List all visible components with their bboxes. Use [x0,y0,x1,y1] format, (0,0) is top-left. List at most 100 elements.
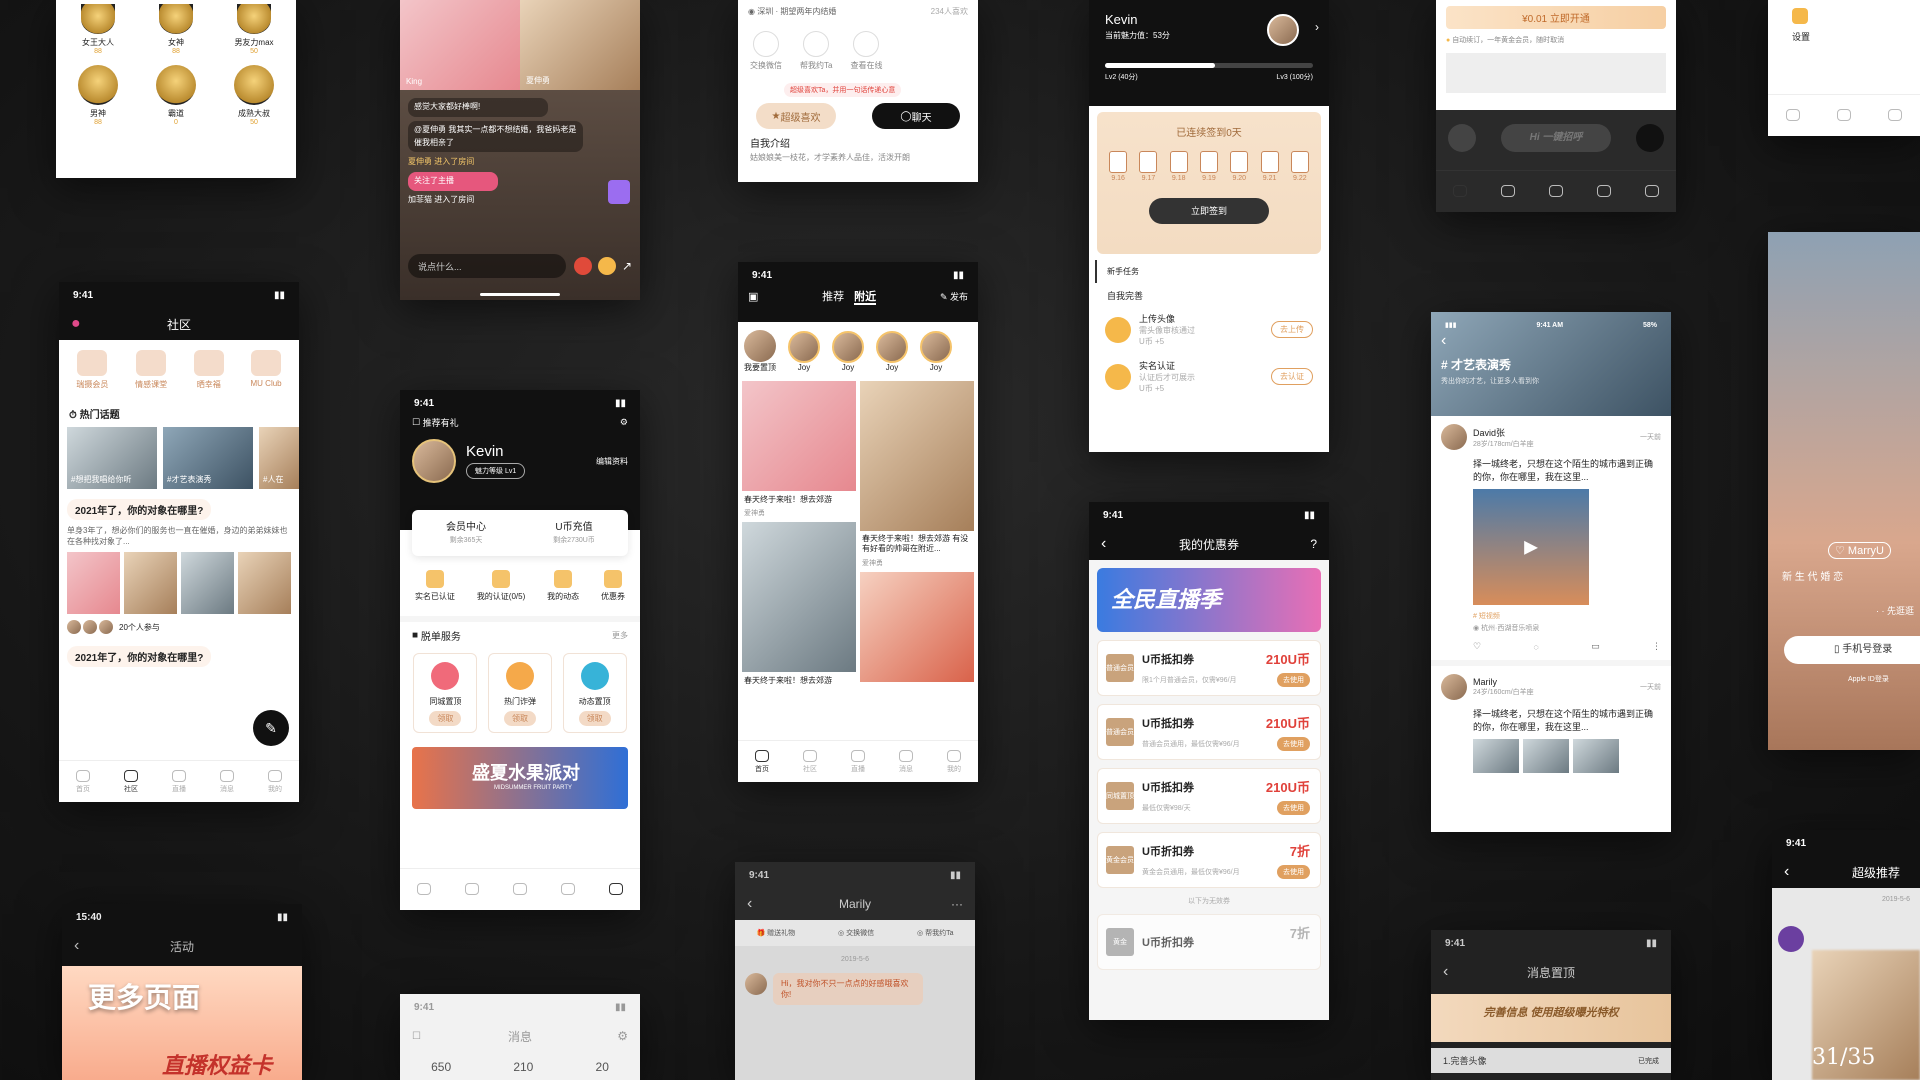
feed-image[interactable] [742,522,856,672]
chat-input[interactable]: 说点什么... [408,254,566,278]
tab-community[interactable] [1836,108,1851,123]
phone-login-button[interactable]: ▯ 手机号登录 [1784,636,1920,664]
tab-home[interactable]: 首页 [755,749,769,774]
action-online[interactable]: 查看在线 [850,31,882,71]
calendar-icon[interactable]: ▣ [748,290,758,303]
avatar[interactable] [1441,674,1467,701]
chat-bubble-icon[interactable] [1635,124,1664,152]
gift-box-icon[interactable] [608,180,630,204]
exchange-wechat-button[interactable]: ◎ 交换微信 [838,928,874,938]
story-item[interactable]: Joy [788,331,820,372]
play-icon[interactable]: ▶ [1524,537,1538,558]
post-image[interactable] [67,552,120,615]
more-icon[interactable]: ⋮ [1652,641,1661,652]
menu-my-posts[interactable]: 我的动态 [547,570,579,602]
vip-center[interactable]: 会员中心 剩余365天 [412,510,520,556]
tab-me[interactable]: 我的 [947,749,961,774]
edit-profile-link[interactable]: 编辑资料 [596,456,628,467]
tab-live[interactable] [1887,108,1902,123]
message-icon[interactable]: ▭ [1591,641,1600,652]
promo-banner[interactable]: 盛夏水果派对 MIDSUMMER FRUIT PARTY [412,747,628,809]
story-item[interactable]: Joy [832,331,864,372]
back-icon[interactable]: ‹ [1443,963,1448,981]
tab-live[interactable]: 直播 [172,769,186,794]
avatar[interactable] [1441,424,1467,450]
back-icon[interactable]: ‹ [1441,332,1446,350]
menu-coupons[interactable]: 优惠券 [601,570,625,602]
chevron-right-icon[interactable]: › [1315,20,1319,34]
story-me[interactable]: 我要置顶 [744,330,776,373]
post-image[interactable] [124,552,177,615]
gift-icon[interactable] [573,257,592,275]
topic-card[interactable]: #人在 [259,427,299,489]
promo-banner[interactable]: 全民直播季 [1097,568,1321,632]
subscribe-button[interactable]: ¥0.01 立即开通 [1446,6,1666,29]
tab-live[interactable] [513,882,527,897]
category-item[interactable]: MU Club [251,350,282,390]
tab-home[interactable] [1453,184,1467,199]
present-icon[interactable] [597,257,616,275]
settings-icon[interactable]: ⚙ [617,1029,628,1043]
verify-button[interactable]: 去认证 [1271,368,1313,385]
back-icon[interactable]: ‹ [1784,863,1789,881]
check-icon[interactable]: ● [1446,37,1450,44]
skip-link[interactable]: · · 先逛逛 [1876,604,1914,617]
tab-me[interactable] [1645,184,1659,199]
customer-service-icon[interactable]: ☐ [412,1031,421,1042]
badge-item[interactable]: 女神 88 [142,4,210,55]
category-item[interactable]: 瑞摄会员 [76,350,108,390]
coupon-card[interactable]: 同城置顶 U币抵扣券 最低仅需¥98/天 210U币 去使用 [1097,768,1321,824]
avatar[interactable] [412,439,456,483]
send-gift-button[interactable]: 🎁 赠送礼物 [756,928,795,938]
action-date-request[interactable]: 帮我约Ta [800,31,832,71]
badge-item[interactable]: 男神 88 [64,65,132,126]
post-image[interactable] [181,552,234,615]
topic-card[interactable]: #才艺表演秀 [163,427,253,489]
more-icon[interactable]: ··· [951,897,963,911]
feed-image[interactable] [742,381,856,491]
tab-community[interactable]: 社区 [803,749,817,774]
post-title[interactable]: 2021年了，你的对象在哪里? [67,499,212,520]
post-button[interactable]: ✎ 发布 [940,290,968,303]
back-icon[interactable]: ‹ [74,937,79,955]
tab-home[interactable]: 首页 [76,769,90,794]
avatar[interactable] [1267,14,1299,46]
like-icon[interactable]: ♡ [1473,641,1481,652]
video-thumbnail[interactable]: ▶ [1473,489,1589,606]
feed-image[interactable] [860,571,974,682]
story-item[interactable]: Joy [876,331,908,372]
upload-button[interactable]: 去上传 [1271,321,1313,338]
super-like-button[interactable]: ★ 超级喜欢 [756,103,836,129]
badge-item[interactable]: 霸道 0 [142,65,210,126]
tab-live[interactable]: 直播 [851,749,865,774]
tab-live[interactable] [1549,184,1563,199]
badge-item[interactable]: 女王大人 88 [64,4,132,55]
tab-recommend[interactable]: 推荐 [822,291,844,303]
post-image[interactable] [1523,739,1569,774]
tab-nearby[interactable]: 附近 [854,291,877,305]
undo-icon[interactable] [1448,124,1477,152]
tab-messages[interactable] [1597,184,1611,199]
back-icon[interactable]: ‹ [1101,535,1106,553]
badge-item[interactable]: 男友力max 50 [220,4,288,55]
tab-messages[interactable]: 消息 [899,749,913,774]
coin-recharge[interactable]: U币充值 剩余2730U币 [520,510,628,556]
menu-certification[interactable]: 我的认证(0/5) [477,570,525,602]
streamer-video[interactable]: 夏伸勇 [520,0,640,90]
apple-login-link[interactable]: Apple ID登录 [1848,674,1889,684]
post-image[interactable] [1473,739,1519,774]
tab-home[interactable] [417,882,431,897]
back-icon[interactable]: ‹ [747,895,752,913]
avatar[interactable] [1778,926,1804,952]
more-link[interactable]: 更多 [612,630,628,641]
post-title[interactable]: 2021年了，你的对象在哪里? [67,646,212,668]
date-request-button[interactable]: ◎ 帮我约Ta [917,928,953,938]
comment-icon[interactable]: ◌ [1533,642,1538,652]
tab-community[interactable]: 社区 [124,769,138,794]
menu-verified[interactable]: 实名已认证 [415,570,455,602]
compose-button[interactable]: ✎ [253,710,289,746]
tab-home[interactable] [1786,108,1801,123]
service-card[interactable]: 同城置顶 领取 [413,653,478,733]
settings-icon[interactable] [1792,8,1808,24]
coupon-card[interactable]: 普通会员 U币抵扣券 限1个月普通会员，仅需¥96/月 210U币 去使用 [1097,640,1321,696]
